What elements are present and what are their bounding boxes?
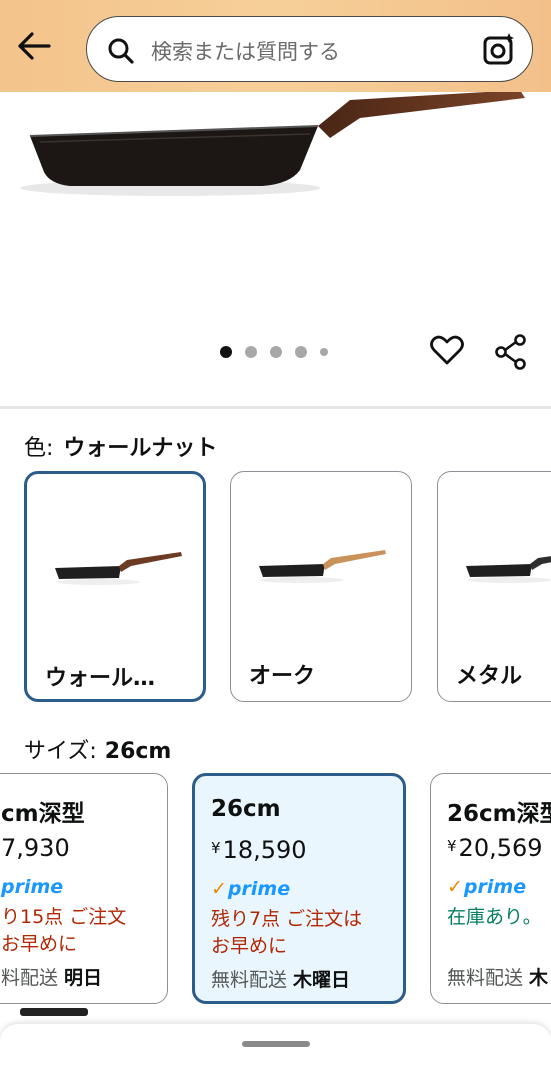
size-selected-value: 26cm (104, 739, 172, 764)
currency-symbol: ¥ (447, 837, 457, 855)
prime-text: prime (463, 876, 527, 898)
prime-badge: ✓ prime (447, 876, 526, 898)
size-option-price: ¥20,569 (447, 834, 543, 862)
product-page: 検索または質問する 色: ウォールナット ウォール… オーク メタル サイズ: … (0, 0, 551, 1080)
color-heading: 色: ウォールナット (24, 430, 217, 462)
pager-dot[interactable] (295, 346, 307, 358)
stock-status: 在庫あり。 (447, 906, 542, 928)
color-option-metal[interactable]: メタル (437, 471, 551, 702)
size-option-26cm-deep[interactable]: 26cm深型 ¥20,569 ✓prime 在庫あり。 無料配送木 (430, 773, 551, 1004)
prime-badge: ✓ prime (211, 878, 290, 900)
stock-status: り15点 ご注文 お早めに (1, 906, 127, 955)
color-option-label: オーク (249, 664, 316, 689)
size-option-deep[interactable]: cm深型 7,930 prime り15点 ご注文 お早めに 料配送 明日 (0, 773, 168, 1004)
pager-dot[interactable] (245, 346, 257, 358)
pager-dot[interactable] (270, 346, 282, 358)
shipping-day: 明日 (64, 967, 103, 989)
size-option-price: 7,930 (1, 834, 70, 862)
share-icon (495, 334, 526, 370)
search-placeholder: 検索または質問する (151, 40, 340, 64)
shipping-info: 無料配送木 (447, 963, 548, 990)
color-option-oak[interactable]: オーク (230, 471, 412, 702)
price-value: 20,569 (458, 834, 543, 862)
shipping-day: 木 (529, 967, 549, 989)
oak-pan-thumbnail (259, 550, 386, 583)
shipping-label: 無料配送 (211, 969, 288, 991)
share-button[interactable] (494, 334, 528, 374)
shipping-day: 木曜日 (293, 969, 351, 991)
shipping-info: 無料配送 木曜日 (211, 965, 350, 992)
shipping-label: 無料配送 (447, 967, 524, 989)
sheet-drag-handle[interactable] (242, 1041, 310, 1047)
back-button[interactable] (14, 26, 54, 66)
camera-lens-icon[interactable] (482, 32, 516, 66)
color-option-walnut[interactable]: ウォール… (24, 471, 206, 702)
shipping-label: 料配送 (1, 967, 59, 989)
wishlist-button[interactable] (430, 334, 464, 370)
shipping-info: 料配送 明日 (1, 963, 102, 990)
color-option-label: ウォール… (45, 666, 156, 691)
color-selected-value: ウォールナット (63, 436, 218, 461)
pager-dot[interactable] (320, 348, 328, 356)
section-divider (0, 406, 551, 409)
color-option-label: メタル (456, 664, 523, 689)
size-label: サイズ: (24, 739, 97, 764)
top-search-header: 検索または質問する (0, 0, 551, 92)
prime-text: prime (1, 876, 64, 898)
size-option-name: 26cm深型 (447, 801, 551, 827)
prime-text: prime (227, 878, 291, 900)
arrow-left-icon (18, 32, 51, 60)
metal-pan-thumbnail (466, 556, 551, 583)
bottom-sheet[interactable] (0, 1024, 551, 1080)
prime-check-icon: ✓ (211, 878, 227, 900)
prime-badge: prime (1, 876, 63, 898)
size-option-price: ¥18,590 (211, 836, 307, 864)
pager-dot[interactable] (220, 346, 232, 358)
size-option-26cm[interactable]: 26cm ¥18,590 ✓ prime 残り7点 ご注文は お早めに 無料配送木… (192, 773, 406, 1004)
walnut-pan-thumbnail (55, 552, 182, 585)
image-pager (220, 346, 328, 358)
search-icon (108, 38, 134, 64)
price-value: 18,590 (222, 836, 307, 864)
search-input[interactable]: 検索または質問する (86, 16, 533, 82)
heart-icon (430, 335, 464, 365)
color-label: 色: (24, 436, 54, 461)
price-value: 7,930 (1, 834, 70, 862)
size-heading: サイズ: 26cm (24, 733, 171, 765)
scroll-peek-bar (20, 1008, 88, 1016)
currency-symbol: ¥ (211, 839, 221, 857)
size-option-name: cm深型 (1, 801, 85, 827)
prime-check-icon: ✓ (447, 876, 463, 898)
stock-status: 残り7点 ご注文は お早めに (211, 908, 363, 957)
size-option-name: 26cm (211, 796, 281, 822)
